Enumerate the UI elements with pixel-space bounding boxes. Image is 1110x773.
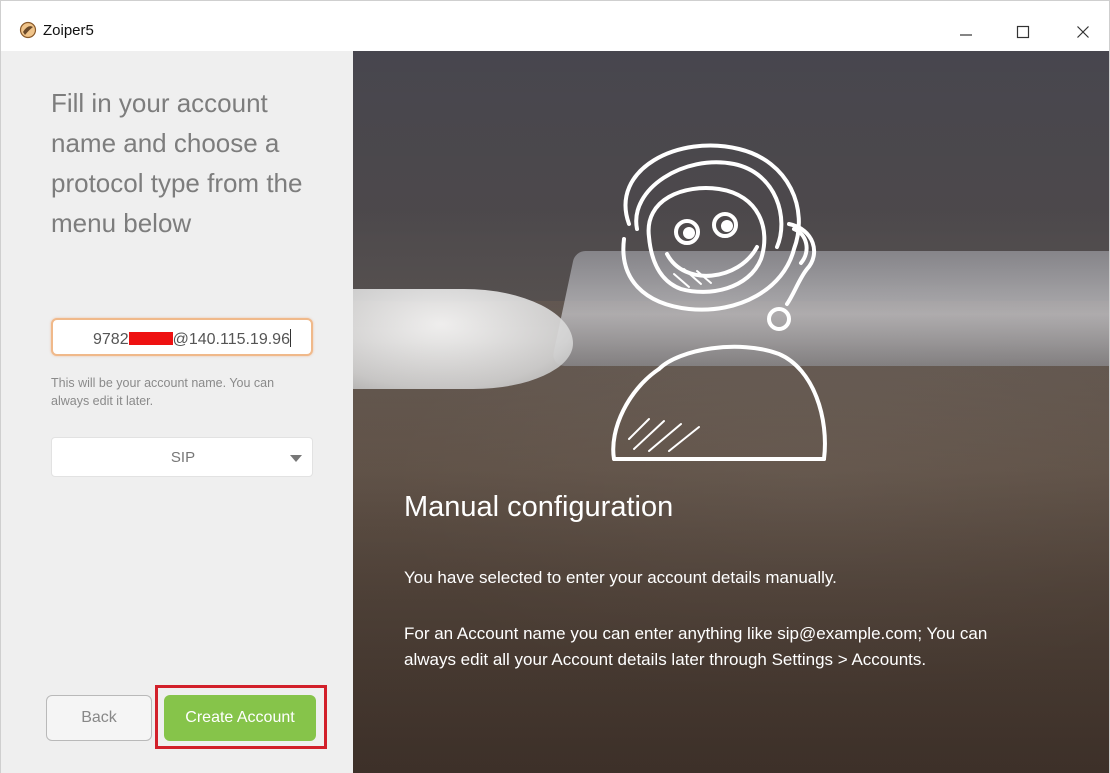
create-account-button[interactable]: Create Account — [164, 695, 316, 741]
app-window: Zoiper5 Fill in your account name and ch… — [0, 0, 1110, 773]
protocol-select[interactable]: SIP — [51, 437, 313, 477]
account-prefix: 9782 — [93, 331, 129, 348]
config-title: Manual configuration — [404, 491, 674, 523]
minimize-button[interactable] — [946, 14, 986, 50]
text-caret — [289, 329, 291, 347]
account-suffix: @140.115.19.96 — [172, 331, 290, 348]
redaction-bar — [128, 332, 173, 345]
left-panel: Fill in your account name and choose a p… — [1, 51, 353, 773]
account-name-input[interactable]: 9782 @140.115.19.96 — [51, 318, 313, 356]
title-bar: Zoiper5 — [1, 1, 1109, 51]
config-account-hint: For an Account name you can enter anythi… — [404, 624, 988, 669]
right-panel: Manual configuration You have selected t… — [353, 51, 1109, 773]
account-name-value: 9782 @140.115.19.96 — [93, 329, 291, 349]
maximize-icon — [1016, 25, 1030, 39]
app-logo-icon — [19, 21, 37, 39]
config-description: You have selected to enter your account … — [404, 568, 837, 587]
account-name-hint: This will be your account name. You can … — [51, 376, 275, 408]
maximize-button[interactable] — [1003, 14, 1043, 50]
window-title: Zoiper5 — [43, 22, 94, 39]
dropdown-arrow-icon — [290, 455, 302, 462]
close-icon — [1077, 26, 1089, 38]
mascot-illustration — [611, 143, 827, 461]
minimize-icon — [960, 34, 972, 36]
back-button[interactable]: Back — [46, 695, 152, 741]
close-button[interactable] — [1063, 14, 1103, 50]
protocol-selected-value: SIP — [170, 449, 196, 466]
instruction-heading: Fill in your account name and choose a p… — [51, 88, 303, 238]
